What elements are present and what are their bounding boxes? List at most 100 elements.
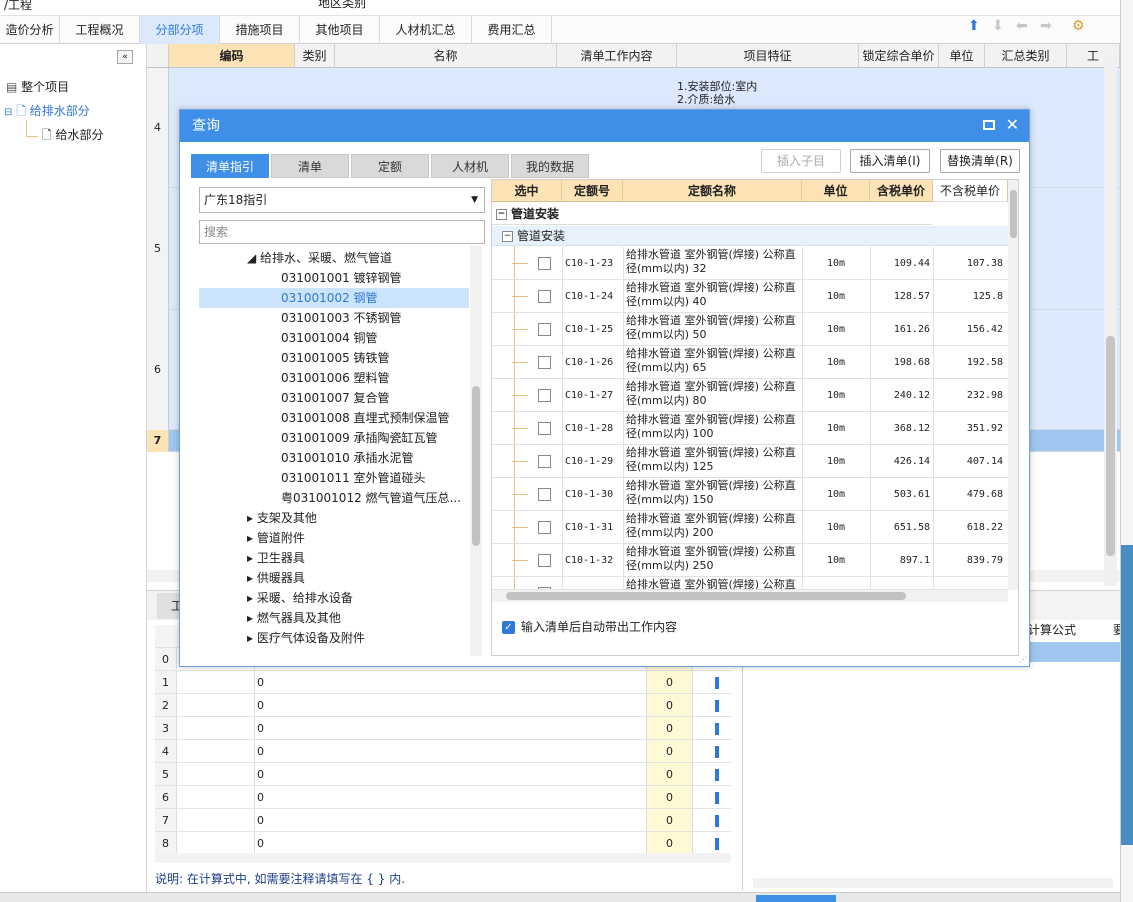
tree-node[interactable]: 粤031001012 燃气管道气压总... (199, 488, 469, 508)
grid-header-features[interactable]: 项目特征 (677, 44, 859, 68)
quantity-grid-hscroll[interactable] (155, 853, 731, 863)
cell[interactable]: 0 (257, 832, 647, 854)
scroll-thumb[interactable] (506, 592, 906, 600)
grid-header-code[interactable]: 编码 (169, 44, 295, 68)
grid-header-summary-type[interactable]: 汇总类别 (985, 44, 1067, 68)
selected-formula-row[interactable] (1023, 642, 1121, 662)
guide-select[interactable]: 广东18指引 ▼ (199, 187, 485, 213)
tab-resource-summary[interactable]: 人材机汇总 (380, 16, 472, 44)
quota-row[interactable]: C10-1-29 给排水管道 室外钢管(焊接) 公称直径(mm以内) 125 10m… (492, 445, 1008, 478)
cell[interactable] (177, 832, 255, 854)
move-right-icon[interactable]: ➡ (1040, 18, 1052, 34)
cell[interactable]: 0 (257, 671, 647, 693)
grid-header-work-content[interactable]: 清单工作内容 (557, 44, 677, 68)
scroll-thumb[interactable] (1106, 336, 1115, 556)
quota-row[interactable]: C10-1-31 给排水管道 室外钢管(焊接) 公称直径(mm以内) 200 10m… (492, 511, 1008, 544)
row-checkbox[interactable] (538, 521, 551, 534)
cell[interactable] (177, 809, 255, 831)
quota-row[interactable]: C10-1-25 给排水管道 室外钢管(焊接) 公称直径(mm以内) 50 10m 1… (492, 313, 1008, 346)
dialog-tab-quota[interactable]: 定额 (351, 154, 429, 178)
table-row[interactable]: 4 00 (155, 740, 731, 763)
quota-row[interactable]: C10-1-23 给排水管道 室外钢管(焊接) 公称直径(mm以内) 32 10m 1… (492, 247, 1008, 280)
move-up-icon[interactable]: ⬆ (968, 18, 980, 34)
move-left-icon[interactable]: ⬅ (1016, 18, 1028, 34)
row-checkbox[interactable] (538, 290, 551, 303)
insert-sub-item-button[interactable]: 插入子目 (761, 149, 841, 173)
move-down-icon[interactable]: ⬇ (992, 18, 1004, 34)
cell[interactable]: 0 (257, 786, 647, 808)
cell[interactable] (177, 763, 255, 785)
cell[interactable]: 0 (647, 809, 693, 831)
tree-node[interactable]: 031001010 承插水泥管 (199, 448, 469, 468)
cell[interactable]: 0 (647, 832, 693, 854)
tree-node-selected[interactable]: 031001002 钢管 (199, 288, 469, 308)
search-input[interactable]: 搜索 (199, 220, 485, 244)
tree-item-drainage[interactable]: ⊟ 🗋 给排水部分 (4, 102, 90, 123)
grid-header-name[interactable]: 名称 (335, 44, 557, 68)
tree-node[interactable]: 031001011 室外管道碰头 (199, 468, 469, 488)
quota-row[interactable]: C10-1-26 给排水管道 室外钢管(焊接) 公称直径(mm以内) 65 10m 1… (492, 346, 1008, 379)
cell[interactable]: 0 (257, 717, 647, 739)
cell[interactable]: 0 (647, 786, 693, 808)
grid-header-type[interactable]: 类别 (295, 44, 335, 68)
tab-fee-summary[interactable]: 费用汇总 (472, 16, 552, 44)
grid-header-locked-price[interactable]: 锁定综合单价 (859, 44, 939, 68)
collapse-minus-icon[interactable]: − (502, 231, 513, 242)
tree-node[interactable]: ▸ 医疗气体设备及附件 (199, 628, 469, 648)
quota-row[interactable]: C10-1-27 给排水管道 室外钢管(焊接) 公称直径(mm以内) 80 10m 2… (492, 379, 1008, 412)
row-checkbox[interactable] (538, 488, 551, 501)
replace-list-button[interactable]: 替换清单(R) (940, 149, 1020, 173)
quota-list-hscroll[interactable] (492, 590, 1008, 602)
cell[interactable]: 0 (257, 740, 647, 762)
settings-icon[interactable]: ⚙ (1072, 18, 1085, 34)
quota-row[interactable]: C10-1-30 给排水管道 室外钢管(焊接) 公称直径(mm以内) 150 10m… (492, 478, 1008, 511)
row-checkbox[interactable] (538, 554, 551, 567)
cell[interactable]: 0 (647, 694, 693, 716)
table-row[interactable]: 3 00 (155, 717, 731, 740)
row-checkbox[interactable] (538, 455, 551, 468)
cell[interactable] (177, 671, 255, 693)
dialog-tab-list[interactable]: 清单 (271, 154, 349, 178)
dialog-tab-list-guide[interactable]: 清单指引 (191, 154, 269, 178)
tree-node[interactable]: ◢ 给排水、采暖、燃气管道 (199, 248, 469, 268)
collapse-minus-icon[interactable]: − (496, 209, 507, 220)
table-row[interactable]: 1 00 (155, 671, 731, 694)
tree-node[interactable]: ▸ 燃气器具及其他 (199, 608, 469, 628)
checkmark-icon[interactable]: ✓ (502, 621, 515, 634)
table-row[interactable]: 7 00 (155, 809, 731, 832)
quota-row[interactable]: C10-1-28 给排水管道 室外钢管(焊接) 公称直径(mm以内) 100 10m… (492, 412, 1008, 445)
group-pipe-install[interactable]: − 管道安装 (492, 203, 932, 225)
main-grid-vscroll[interactable] (1104, 56, 1117, 586)
tab-other-items[interactable]: 其他项目 (300, 16, 380, 44)
table-row[interactable]: 6 00 (155, 786, 731, 809)
dialog-tab-resources[interactable]: 人材机 (431, 154, 509, 178)
row-checkbox[interactable] (538, 257, 551, 270)
tree-node[interactable]: 031001004 铜管 (199, 328, 469, 348)
scroll-thumb[interactable] (472, 386, 480, 546)
row-checkbox[interactable] (538, 356, 551, 369)
cell[interactable]: 0 (647, 717, 693, 739)
row-checkbox[interactable] (538, 389, 551, 402)
expand-minus-icon[interactable]: ⊟ (4, 107, 12, 118)
tab-divisional-items[interactable]: 分部分项 (140, 16, 220, 44)
tab-measures[interactable]: 措施项目 (220, 16, 300, 44)
cell[interactable] (177, 694, 255, 716)
tree-node[interactable]: ▸ 卫生器具 (199, 548, 469, 568)
tree-node[interactable]: ▸ 支架及其他 (199, 508, 469, 528)
maximize-icon[interactable] (983, 120, 995, 130)
cell[interactable]: 0 (257, 694, 647, 716)
table-row[interactable]: 8 00 (155, 832, 731, 855)
quota-list-vscroll[interactable] (1008, 180, 1018, 590)
cell[interactable]: 0 (257, 763, 647, 785)
dialog-tab-my-data[interactable]: 我的数据 (511, 154, 589, 178)
tree-node[interactable]: ▸ 管道附件 (199, 528, 469, 548)
tree-node[interactable]: 031001008 直埋式预制保温管 (199, 408, 469, 428)
scroll-thumb[interactable] (1010, 190, 1017, 238)
table-row[interactable]: 2 00 (155, 694, 731, 717)
tree-node[interactable]: 031001009 承插陶瓷缸瓦管 (199, 428, 469, 448)
subgroup-pipe-install[interactable]: − 管道安装 (492, 226, 1008, 246)
tree-node[interactable]: 031001005 铸铁管 (199, 348, 469, 368)
tree-node[interactable]: ▸ 采暖、给排水设备 (199, 588, 469, 608)
quota-row[interactable]: C10-1-33给排水管道 室外钢管(焊接) 公称直径(mm以内) 30010m… (492, 577, 1008, 590)
tree-node[interactable]: 031001003 不锈钢管 (199, 308, 469, 328)
